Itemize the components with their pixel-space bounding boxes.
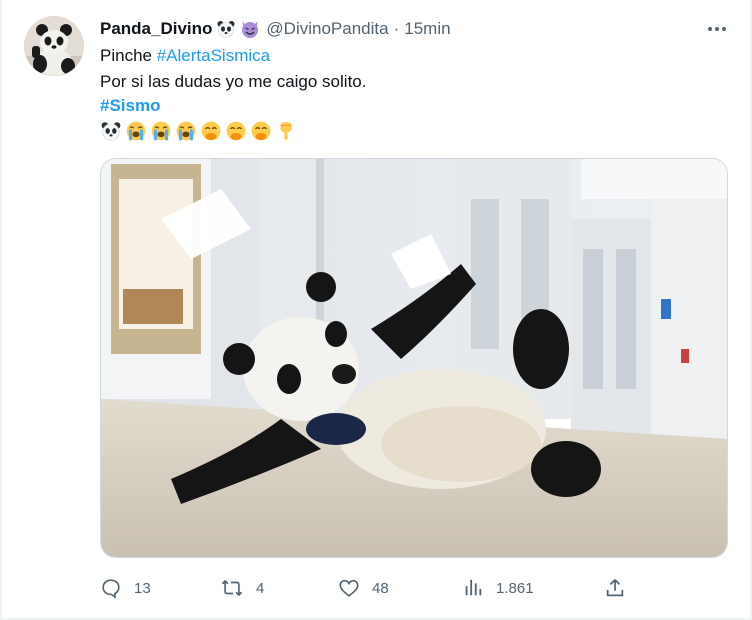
tweet-text-line-2: Por si las dudas yo me caigo solito. — [100, 72, 367, 91]
share-button[interactable] — [604, 572, 638, 604]
panda-face-icon — [217, 21, 235, 38]
face-with-hand-over-mouth-icon — [201, 121, 221, 141]
more-dot-icon — [722, 27, 726, 31]
views-chart-icon — [465, 579, 482, 596]
face-with-hand-over-mouth-icon — [226, 121, 246, 141]
loudly-crying-face-icon — [126, 121, 146, 141]
tweet-media-image[interactable] — [100, 158, 728, 558]
more-dot-icon — [708, 27, 712, 31]
tweet-timestamp[interactable]: 15min — [404, 19, 450, 39]
tweet-header: Panda_Divino @DivinoPandita · 15min — [100, 17, 451, 41]
smiling-devil-icon — [242, 21, 259, 38]
loudly-crying-face-icon — [176, 121, 196, 141]
more-dot-icon — [715, 27, 719, 31]
reply-count: 13 — [134, 579, 151, 597]
backhand-pointing-down-icon — [280, 122, 292, 140]
separator-dot: · — [393, 19, 400, 38]
loudly-crying-face-icon — [151, 121, 171, 141]
hashtag-link[interactable]: #AlertaSismica — [157, 46, 270, 65]
tweet-text: Pinche — [100, 46, 152, 65]
retweet-icon — [221, 580, 243, 596]
card-border-left — [0, 0, 2, 620]
panda-avatar-icon — [24, 16, 84, 76]
views-button[interactable]: 1.861 — [462, 572, 534, 604]
action-bar: 13 4 48 1.861 — [100, 572, 640, 604]
retweet-button[interactable]: 4 — [220, 572, 264, 604]
like-button[interactable]: 48 — [338, 572, 389, 604]
author-name[interactable]: Panda_Divino — [100, 19, 212, 39]
views-count: 1.861 — [496, 579, 534, 597]
retweet-count: 4 — [256, 579, 265, 597]
share-icon — [606, 579, 624, 597]
tweet-card[interactable]: Panda_Divino @DivinoPandita · 15min Pinc… — [0, 0, 752, 620]
reply-icon — [102, 579, 120, 599]
more-options-button[interactable] — [700, 18, 734, 40]
panda-face-icon — [101, 122, 121, 141]
like-count: 48 — [372, 579, 389, 597]
tweet-text-line-1: Pinche #AlertaSismica — [100, 44, 270, 68]
author-handle[interactable]: @DivinoPandita — [266, 19, 388, 39]
tweet-text-line-3: #Sismo — [100, 94, 160, 118]
avatar[interactable] — [24, 16, 84, 76]
reply-button[interactable]: 13 — [100, 572, 151, 604]
photo-panda-costume — [101, 159, 727, 557]
heart-icon — [339, 579, 359, 597]
hashtag-link[interactable]: #Sismo — [100, 96, 160, 115]
face-with-hand-over-mouth-icon — [251, 121, 271, 141]
emoji-row — [100, 119, 300, 143]
